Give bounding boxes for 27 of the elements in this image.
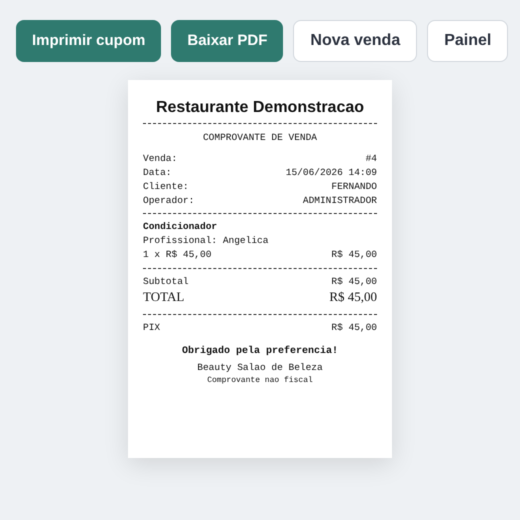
item-quantity-price: 1 x R$ 45,00 [143, 248, 212, 262]
thanks-message: Obrigado pela preferencia! [180, 345, 340, 360]
action-button[interactable]: Imprimir cupom [16, 20, 162, 62]
info-label: Operador: [143, 194, 194, 208]
payment-value: R$ 45,00 [331, 321, 377, 336]
item-name: Condicionador [143, 220, 218, 234]
action-button[interactable]: Baixar PDF [171, 20, 284, 62]
total-label: TOTAL [143, 289, 184, 306]
info-value: #4 [366, 152, 377, 166]
info-value: ADMINISTRADOR [302, 194, 377, 208]
action-button[interactable]: Nova venda [293, 20, 418, 62]
info-label: Cliente: [143, 180, 189, 194]
info-label: Data: [143, 166, 172, 180]
info-value: FERNANDO [331, 180, 377, 194]
item-professional: Profissional: Angelica [143, 234, 270, 248]
store-name: Restaurante Demonstracao [154, 98, 366, 118]
total-value: R$ 45,00 [329, 289, 377, 306]
fiscal-note: Comprovante nao fiscal [206, 375, 314, 388]
action-button[interactable]: Painel [427, 20, 508, 62]
payment-method: PIX [143, 321, 160, 336]
receipt-heading: COMPROVANTE DE VENDA [202, 131, 318, 145]
business-name: Beauty Salao de Beleza [196, 361, 324, 376]
info-value: 15/06/2026 14:09 [286, 166, 377, 180]
info-label: Venda: [143, 152, 178, 166]
subtotal-label: Subtotal [143, 275, 189, 290]
subtotal-value: R$ 45,00 [331, 275, 377, 290]
item-amount: R$ 45,00 [331, 248, 377, 262]
